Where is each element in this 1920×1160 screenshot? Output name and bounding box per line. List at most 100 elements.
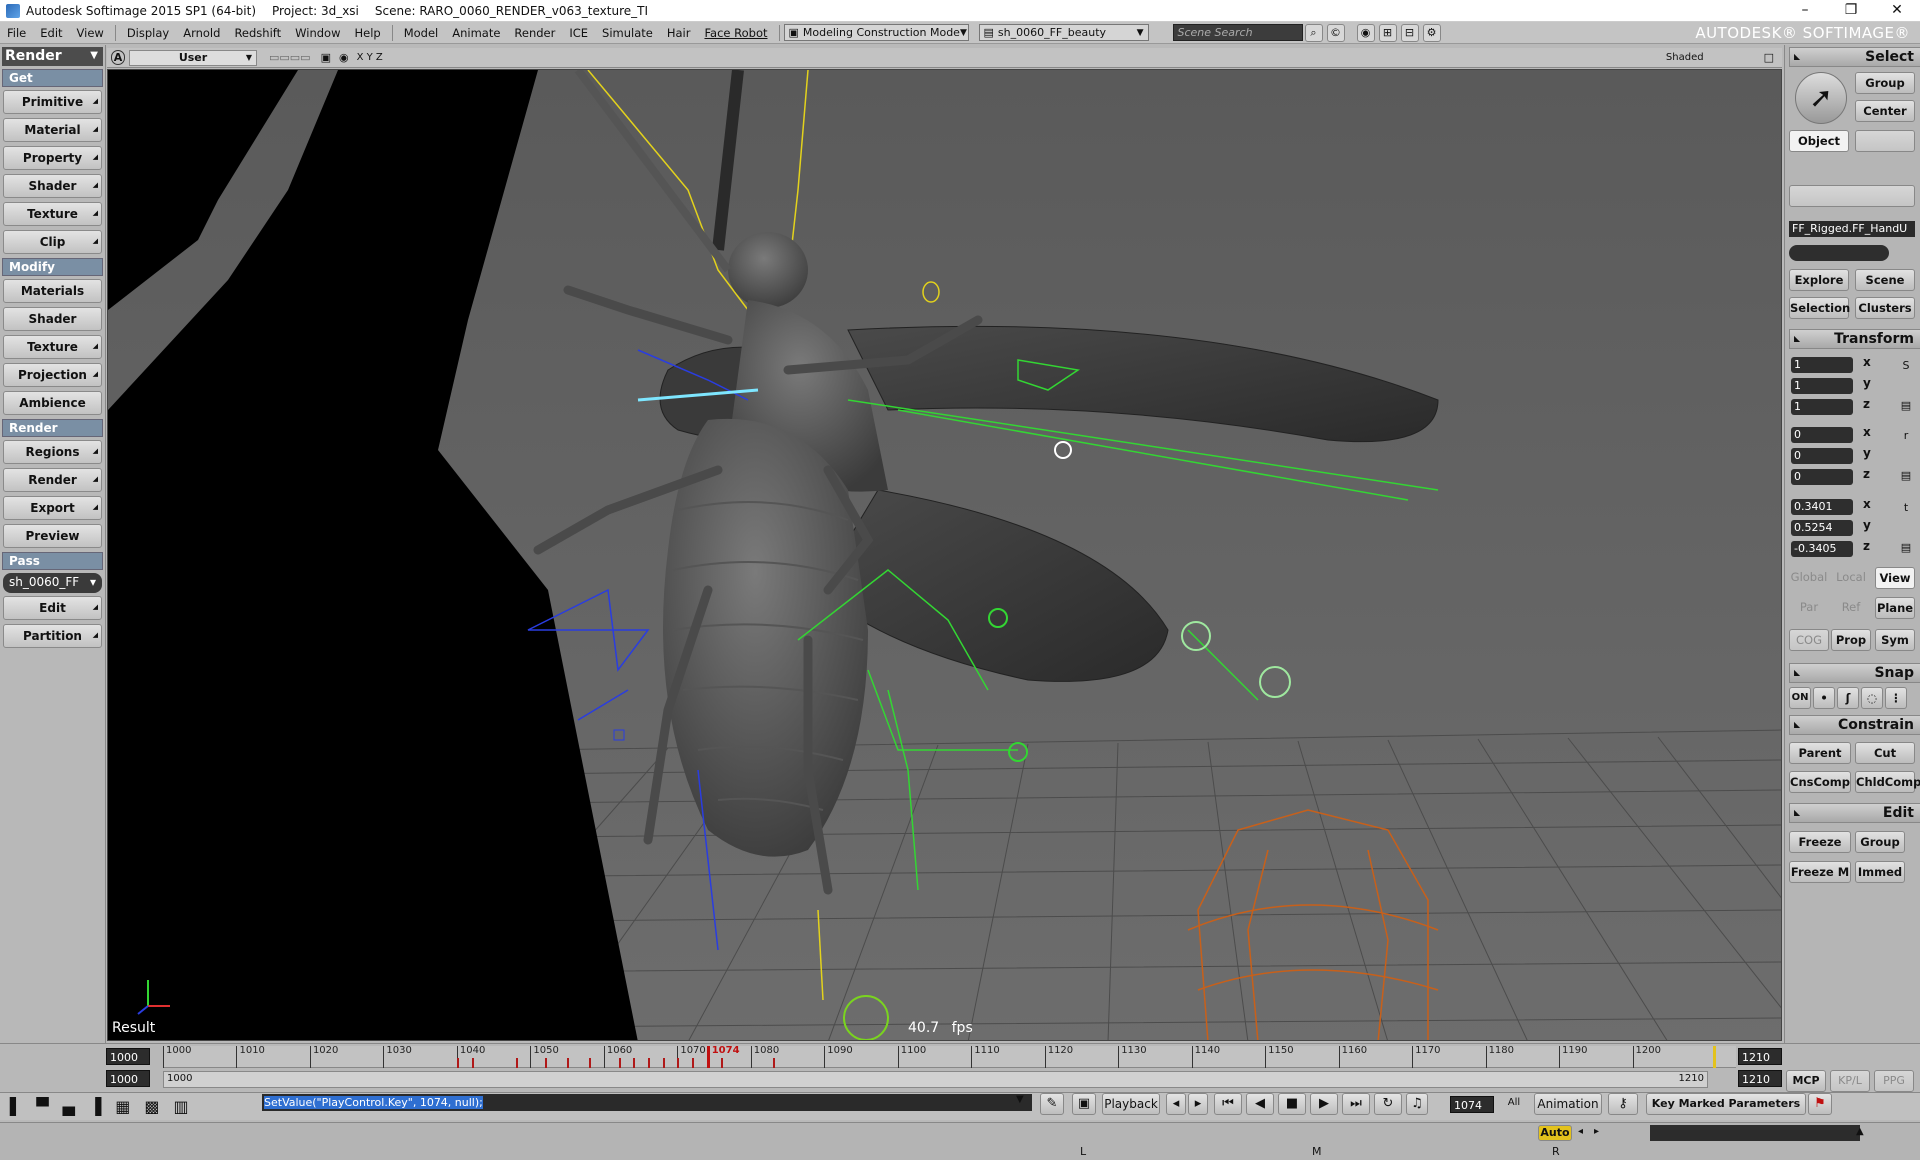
explore-button[interactable]: Explore (1789, 269, 1849, 291)
chldcomp-button[interactable]: ChldComp (1855, 771, 1920, 793)
keyframe-marker[interactable] (721, 1058, 724, 1068)
menu-arnold[interactable]: Arnold (176, 26, 227, 40)
module-selector[interactable]: Render ▼ (2, 47, 103, 66)
freeze-m-button[interactable]: Freeze M (1789, 861, 1851, 883)
layout-single-icon[interactable]: ▌ (10, 1097, 22, 1116)
animation-menu-button[interactable]: Animation (1534, 1093, 1602, 1115)
rotate-x-field[interactable]: 0 (1791, 427, 1853, 443)
scale-lock-icon[interactable]: ▤ (1899, 399, 1913, 413)
layout-bottom-icon[interactable]: ▄ (63, 1097, 75, 1116)
menu-window[interactable]: Window (288, 26, 347, 40)
get-clip-button[interactable]: Clip ◢ (3, 230, 102, 254)
get-primitive-button[interactable]: Primitive ◢ (3, 90, 102, 114)
edit-section-header[interactable]: ◣ Edit (1789, 803, 1920, 823)
pass-partition-button[interactable]: Partition ◢ (3, 624, 102, 648)
layout-icon[interactable]: ⊟ (1400, 23, 1419, 42)
menu-edit[interactable]: Edit (33, 26, 69, 40)
keyframe-icon[interactable]: ⚷ (1608, 1093, 1638, 1115)
timeline-start-field[interactable]: 1000 (106, 1048, 150, 1065)
visibility-eye-icon[interactable]: ◉ (339, 51, 349, 64)
keyframe-marker[interactable] (545, 1058, 548, 1068)
modify-texture-button[interactable]: Texture ◢ (3, 335, 102, 359)
rotate-tool-icon[interactable]: r (1899, 429, 1913, 443)
timeline-ruler[interactable]: 1000 1010 1020 1030 1040 1050 1060 1070 1080 1090… (163, 1045, 1736, 1068)
translate-x-field[interactable]: 0.3401 (1791, 499, 1853, 515)
keyframe-marker[interactable] (692, 1058, 695, 1068)
axes-label[interactable]: X Y Z (357, 52, 383, 63)
menu-file[interactable]: File (0, 26, 33, 40)
render-preview-button[interactable]: Preview (3, 524, 102, 548)
script-editor-icon[interactable]: ✎ (1040, 1093, 1064, 1115)
current-frame-cursor[interactable] (706, 1046, 710, 1068)
snap-point-icon[interactable]: • (1813, 687, 1835, 709)
timeline-end-field[interactable]: 1210 (1738, 1048, 1782, 1065)
3d-viewport[interactable]: Result 40.7 fps (107, 69, 1782, 1041)
layout-right-icon[interactable]: ▐ (89, 1097, 101, 1116)
translate-z-field[interactable]: -0.3405 (1791, 541, 1853, 557)
maximize-viewport-icon[interactable]: □ (1764, 51, 1774, 64)
keyframe-marker[interactable] (677, 1058, 680, 1068)
keyframe-marker[interactable] (662, 1058, 665, 1068)
menu-render[interactable]: Render (507, 26, 562, 40)
plane-button[interactable]: Plane (1875, 597, 1915, 619)
par-button[interactable]: Par (1789, 597, 1829, 619)
keyframe-marker[interactable] (567, 1058, 570, 1068)
scene-button[interactable]: Scene (1855, 269, 1915, 291)
get-material-button[interactable]: Material ◢ (3, 118, 102, 142)
menu-display[interactable]: Display (120, 26, 176, 40)
tab-kpl[interactable]: KP/L (1830, 1070, 1870, 1092)
keyframe-marker[interactable] (647, 1058, 650, 1068)
select-group-button[interactable]: Group (1855, 72, 1915, 94)
modify-ambience-button[interactable]: Ambience (3, 391, 102, 415)
pass-selector[interactable]: sh_0060_FF ▾ (3, 573, 102, 593)
scale-x-field[interactable]: 1 (1791, 357, 1853, 373)
rotate-z-field[interactable]: 0 (1791, 469, 1853, 485)
command-line[interactable]: SetValue("PlayControl.Key", 1074, null); (262, 1094, 1032, 1111)
snap-on-toggle[interactable]: ON (1789, 687, 1811, 709)
loop-icon[interactable]: ↻ (1374, 1093, 1402, 1115)
local-button[interactable]: Local (1831, 567, 1871, 589)
key-marked-parameters-button[interactable]: Key Marked Parameters (1646, 1093, 1806, 1115)
play-backward-icon[interactable]: ◀ (1246, 1093, 1274, 1115)
filter-dropdown-icon[interactable]: ▲ (1856, 1126, 1864, 1137)
render-export-button[interactable]: Export ◢ (3, 496, 102, 520)
select-center-button[interactable]: Center (1855, 100, 1915, 122)
immed-button[interactable]: Immed (1855, 861, 1905, 883)
get-shader-button[interactable]: Shader ◢ (3, 174, 102, 198)
lock-icon[interactable]: ⊞ (1378, 23, 1397, 42)
menu-hair[interactable]: Hair (660, 26, 698, 40)
snap-surface-icon[interactable]: ◌ (1861, 687, 1883, 709)
snap-grid-icon[interactable]: ⋮ (1885, 687, 1907, 709)
restore-icon[interactable]: ❐ (1828, 0, 1874, 22)
tab-mcp[interactable]: MCP (1786, 1070, 1826, 1092)
menu-simulate[interactable]: Simulate (595, 26, 660, 40)
menu-redshift[interactable]: Redshift (227, 26, 288, 40)
next-arrow-icon[interactable]: ▸ (1594, 1126, 1599, 1137)
menu-help[interactable]: Help (347, 26, 387, 40)
camera-icon[interactable]: ▣ (321, 51, 331, 64)
keyframe-marker[interactable] (772, 1058, 775, 1068)
stop-icon[interactable]: ■ (1278, 1093, 1306, 1115)
prev-arrow-icon[interactable]: ◂ (1578, 1126, 1583, 1137)
freeze-button[interactable]: Freeze (1789, 831, 1851, 853)
pass-edit-button[interactable]: Edit ◢ (3, 596, 102, 620)
transform-section-header[interactable]: ◣ Transform (1789, 329, 1920, 349)
range-slider[interactable]: 1000 1210 (163, 1071, 1708, 1088)
display-mode[interactable]: Shaded (1666, 52, 1704, 63)
layout-split-icon[interactable]: ▥ (174, 1097, 189, 1116)
select-empty-button[interactable] (1855, 130, 1915, 152)
selected-object-field[interactable]: FF_Rigged.FF_HandU (1789, 221, 1915, 237)
scale-tool-icon[interactable]: S (1899, 359, 1913, 373)
all-frames-button[interactable]: All (1500, 1093, 1528, 1115)
set-key-icon[interactable]: ⚑ (1808, 1093, 1832, 1115)
menu-view[interactable]: View (70, 26, 111, 40)
rotate-lock-icon[interactable]: ▤ (1899, 469, 1913, 483)
layout-quad-icon[interactable]: ▦ (115, 1097, 130, 1116)
keyframe-marker[interactable] (456, 1058, 459, 1068)
current-frame-field[interactable]: 1074 (1450, 1096, 1494, 1113)
select-arrow-tool[interactable]: ➚ (1795, 72, 1847, 124)
selection-button[interactable]: Selection (1789, 297, 1850, 319)
close-icon[interactable]: ✕ (1874, 0, 1920, 22)
go-to-end-icon[interactable]: ⏭ (1342, 1093, 1370, 1115)
settings-icon[interactable]: ⚙ (1422, 23, 1441, 42)
